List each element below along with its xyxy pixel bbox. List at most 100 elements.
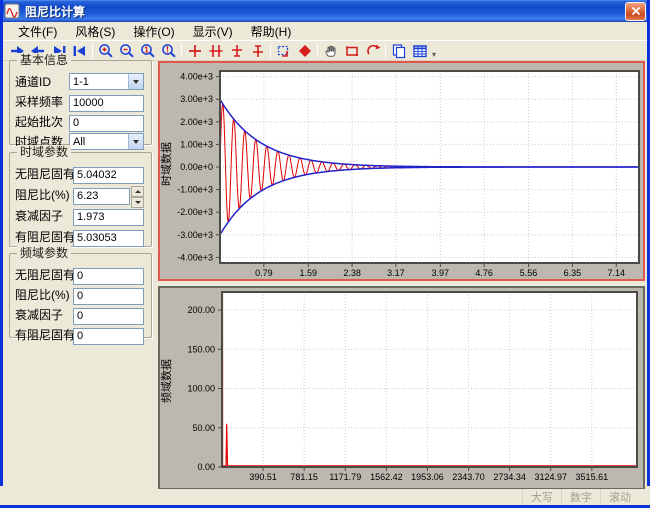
diamond-marker-button[interactable] bbox=[294, 41, 315, 60]
damped-freq-frequency-input[interactable] bbox=[73, 328, 144, 345]
menu-view[interactable]: 显示(V) bbox=[184, 22, 242, 41]
time-domain-chart[interactable]: 时域数据 4.00e+33.00e+32.00e+31.00e+30.00e+0… bbox=[158, 61, 645, 281]
zoom-region-button[interactable] bbox=[273, 41, 294, 60]
cursor-peak-button[interactable] bbox=[226, 41, 247, 60]
cursor-cross-icon bbox=[187, 43, 203, 59]
time-domain-plot[interactable]: 4.00e+33.00e+32.00e+31.00e+30.00e+0-1.00… bbox=[160, 63, 643, 279]
svg-text:150.00: 150.00 bbox=[187, 344, 215, 354]
pan-hand-button[interactable] bbox=[320, 41, 341, 60]
zoom-reset-button[interactable]: ! bbox=[158, 41, 179, 60]
menu-help[interactable]: 帮助(H) bbox=[242, 22, 301, 41]
field-row-damping-ratio-f: 阻尼比(%) bbox=[15, 286, 146, 303]
status-bar: 大写 数字 滚动 bbox=[3, 489, 647, 505]
zoom-in-magnifier-icon bbox=[98, 43, 114, 59]
menu-file[interactable]: 文件(F) bbox=[9, 22, 66, 41]
svg-text:781.15: 781.15 bbox=[290, 472, 318, 482]
toolbar-separator bbox=[317, 43, 318, 58]
svg-text:6.35: 6.35 bbox=[564, 268, 582, 278]
status-num-indicator: 数字 bbox=[561, 489, 600, 505]
zoom-one-button[interactable]: 1 bbox=[137, 41, 158, 60]
rotate-tool-button[interactable] bbox=[362, 41, 383, 60]
svg-text:3515.61: 3515.61 bbox=[576, 472, 609, 482]
svg-text:390.51: 390.51 bbox=[249, 472, 277, 482]
grid-view-button[interactable] bbox=[409, 41, 430, 60]
skip-backward-icon bbox=[72, 43, 88, 59]
field-row-undamped-freq-t: 无阻尼固有频率 bbox=[15, 165, 146, 182]
zoom-reset-magnifier-icon: ! bbox=[161, 43, 177, 59]
title-bar[interactable]: 阻尼比计算 bbox=[0, 0, 650, 22]
group-freq-params-title: 频域参数 bbox=[17, 246, 71, 260]
field-row-decay-factor-t: 衰减因子 bbox=[15, 207, 146, 224]
svg-text:200.00: 200.00 bbox=[187, 305, 215, 315]
group-freq-params: 频域参数 无阻尼固有频率 阻尼比(%) 衰减因子 有阻尼固有频率 bbox=[9, 253, 152, 338]
svg-text:0.00: 0.00 bbox=[197, 462, 215, 472]
toolbar-separator bbox=[181, 43, 182, 58]
zoom-one-magnifier-icon: 1 bbox=[140, 43, 156, 59]
cursor-double-cross-icon bbox=[208, 43, 224, 59]
zoom-region-icon bbox=[276, 43, 292, 59]
undamped-freq-time-input[interactable] bbox=[73, 167, 144, 184]
field-label: 起始批次 bbox=[15, 115, 63, 129]
clip-region-button[interactable] bbox=[341, 41, 362, 60]
svg-text:3.97: 3.97 bbox=[432, 268, 450, 278]
app-icon bbox=[4, 3, 20, 19]
start-batch-input[interactable] bbox=[69, 115, 144, 132]
cursor-valley-icon bbox=[250, 43, 266, 59]
svg-text:1562.42: 1562.42 bbox=[370, 472, 403, 482]
zoom-out-button[interactable] bbox=[116, 41, 137, 60]
app-window: 阻尼比计算 文件(F) 风格(S) 操作(O) 显示(V) 帮助(H) bbox=[0, 0, 650, 508]
skip-backward-button[interactable] bbox=[69, 41, 90, 60]
damping-ratio-frequency-input[interactable] bbox=[73, 288, 144, 305]
field-label: 衰减因子 bbox=[15, 209, 63, 223]
menu-bar: 文件(F) 风格(S) 操作(O) 显示(V) 帮助(H) bbox=[3, 22, 647, 40]
svg-text:-2.00e+3: -2.00e+3 bbox=[177, 207, 213, 217]
damping-ratio-time-input[interactable] bbox=[73, 188, 130, 205]
sample-rate-input[interactable] bbox=[69, 95, 144, 112]
menu-operate[interactable]: 操作(O) bbox=[124, 22, 183, 41]
group-time-params-title: 时域参数 bbox=[17, 145, 71, 159]
decay-factor-frequency-input[interactable] bbox=[73, 308, 144, 325]
svg-text:3124.97: 3124.97 bbox=[534, 472, 567, 482]
zoom-in-button[interactable] bbox=[95, 41, 116, 60]
svg-text:2343.70: 2343.70 bbox=[452, 472, 485, 482]
chevron-down-icon[interactable] bbox=[128, 74, 143, 89]
chevron-down-icon[interactable] bbox=[128, 134, 143, 149]
frequency-domain-plot[interactable]: 200.00150.00100.0050.000.00390.51781.151… bbox=[160, 288, 643, 488]
window-frame-left bbox=[0, 0, 3, 486]
field-label: 阻尼比(%) bbox=[15, 288, 70, 302]
field-row-start-batch: 起始批次 bbox=[15, 113, 146, 130]
zoom-out-magnifier-icon bbox=[119, 43, 135, 59]
grid-view-icon bbox=[412, 43, 428, 59]
svg-text:7.14: 7.14 bbox=[607, 268, 625, 278]
channel-id-value: 1-1 bbox=[70, 76, 128, 88]
svg-text:-3.00e+3: -3.00e+3 bbox=[177, 230, 213, 240]
svg-text:-4.00e+3: -4.00e+3 bbox=[177, 252, 213, 262]
copy-view-button[interactable] bbox=[388, 41, 409, 60]
close-button[interactable] bbox=[625, 2, 646, 21]
field-row-channel-id: 通道ID 1-1 bbox=[15, 73, 146, 90]
cursor-cross-button[interactable] bbox=[184, 41, 205, 60]
damped-freq-time-input[interactable] bbox=[73, 230, 144, 247]
toolbar-overflow-button[interactable]: ▾ bbox=[430, 50, 438, 60]
svg-text:3.00e+3: 3.00e+3 bbox=[180, 94, 213, 104]
cursor-peak-icon bbox=[229, 43, 245, 59]
decay-factor-time-input[interactable] bbox=[73, 209, 144, 226]
svg-text:-1.00e+3: -1.00e+3 bbox=[177, 185, 213, 195]
frequency-domain-chart[interactable]: 频域数据 200.00150.00100.0050.000.00390.5178… bbox=[158, 286, 645, 490]
channel-id-dropdown[interactable]: 1-1 bbox=[69, 73, 144, 90]
svg-text:5.56: 5.56 bbox=[520, 268, 538, 278]
close-icon bbox=[630, 5, 642, 17]
svg-text:100.00: 100.00 bbox=[187, 384, 215, 394]
damping-ratio-spinner[interactable] bbox=[131, 186, 144, 203]
svg-text:1953.06: 1953.06 bbox=[411, 472, 444, 482]
svg-text:1171.79: 1171.79 bbox=[329, 472, 361, 482]
time-points-dropdown[interactable]: All bbox=[69, 133, 144, 150]
cursor-double-cross-button[interactable] bbox=[205, 41, 226, 60]
cursor-valley-button[interactable] bbox=[247, 41, 268, 60]
field-row-decay-factor-f: 衰减因子 bbox=[15, 306, 146, 323]
menu-style[interactable]: 风格(S) bbox=[66, 22, 124, 41]
undamped-freq-frequency-input[interactable] bbox=[73, 268, 144, 285]
spinner-up-icon[interactable] bbox=[131, 186, 144, 197]
group-time-params: 时域参数 无阻尼固有频率 阻尼比(%) 衰减因子 有阻尼固有频率 bbox=[9, 152, 152, 247]
window-title: 阻尼比计算 bbox=[25, 3, 625, 20]
